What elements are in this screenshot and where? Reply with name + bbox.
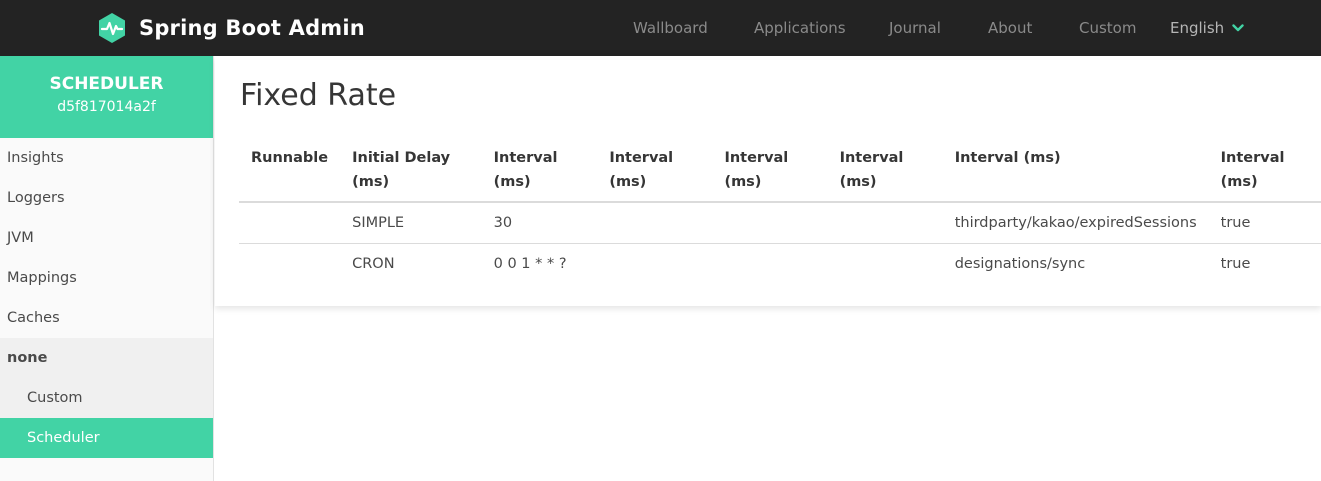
sidebar-item-jvm[interactable]: JVM xyxy=(0,218,213,258)
instance-name: SCHEDULER xyxy=(49,74,164,94)
top-navbar: Spring Boot Admin Wallboard Applications… xyxy=(0,0,1321,56)
nav-applications[interactable]: Applications xyxy=(754,0,846,56)
table-cell xyxy=(828,244,943,285)
column-header: Interval (ms) xyxy=(712,140,828,203)
chevron-down-icon xyxy=(1232,24,1244,32)
table-cell: true xyxy=(1208,202,1321,244)
table-cell xyxy=(712,244,827,285)
table-cell xyxy=(239,244,340,285)
table-cell: CRON xyxy=(352,256,395,272)
sidebar-item-scheduler[interactable]: Scheduler xyxy=(0,418,213,458)
column-header: Initial Delay (ms) xyxy=(340,140,482,203)
table-cell: 0 0 1 * * ? xyxy=(493,256,567,272)
table-row: CRON 0 0 1 * * ? designations/sync true xyxy=(239,244,1321,285)
column-header: Interval (ms) xyxy=(1208,140,1321,203)
brand-title: Spring Boot Admin xyxy=(139,16,365,40)
instance-id: d5f817014a2f xyxy=(57,99,156,115)
table-cell xyxy=(597,244,712,285)
nav-about[interactable]: About xyxy=(988,0,1032,56)
sidebar-item-loggers[interactable]: Loggers xyxy=(0,178,213,218)
sidebar-group-none: none Custom Scheduler xyxy=(0,338,213,458)
nav-custom[interactable]: Custom xyxy=(1079,0,1136,56)
language-selector[interactable]: English xyxy=(1170,0,1244,56)
sidebar: SCHEDULER d5f817014a2f Insights Loggers … xyxy=(0,56,214,481)
table-cell: true xyxy=(1220,256,1251,272)
spring-boot-admin-logo-icon xyxy=(99,13,125,43)
column-header: Interval (ms) xyxy=(481,140,598,203)
table-cell xyxy=(239,202,341,244)
sidebar-item-caches[interactable]: Caches xyxy=(0,298,213,338)
table-row: SIMPLE 30 thirdparty/kakao/expiredSessio… xyxy=(239,202,1321,244)
fixed-rate-panel: Fixed Rate Runnable Initial Delay (ms) I… xyxy=(215,56,1321,306)
page-title: Fixed Rate xyxy=(240,78,397,113)
table-cell: 30 xyxy=(481,202,598,244)
fixed-rate-table: Runnable Initial Delay (ms) Interval (ms… xyxy=(239,140,1321,284)
table-cell: designations/sync xyxy=(954,256,1086,272)
table-cell xyxy=(827,202,943,244)
table-header-row: Runnable Initial Delay (ms) Interval (ms… xyxy=(239,140,1321,203)
nav-journal[interactable]: Journal xyxy=(889,0,941,56)
sidebar-item-custom[interactable]: Custom xyxy=(0,378,213,418)
table-cell xyxy=(597,202,713,244)
instance-header: SCHEDULER d5f817014a2f xyxy=(0,56,213,138)
sidebar-group-label[interactable]: none xyxy=(0,338,213,378)
column-header: Interval (ms) xyxy=(827,140,943,203)
column-header: Interval (ms) xyxy=(942,140,1209,203)
column-header: Interval (ms) xyxy=(597,140,713,203)
sidebar-item-mappings[interactable]: Mappings xyxy=(0,258,213,298)
nav-wallboard[interactable]: Wallboard xyxy=(633,0,708,56)
language-label: English xyxy=(1170,19,1225,37)
column-header: Runnable xyxy=(239,140,341,203)
table-cell xyxy=(712,202,828,244)
sidebar-item-insights[interactable]: Insights xyxy=(0,138,213,178)
table-cell: thirdparty/kakao/expiredSessions xyxy=(942,202,1209,244)
table-cell: SIMPLE xyxy=(340,202,482,244)
brand[interactable]: Spring Boot Admin xyxy=(96,12,365,44)
